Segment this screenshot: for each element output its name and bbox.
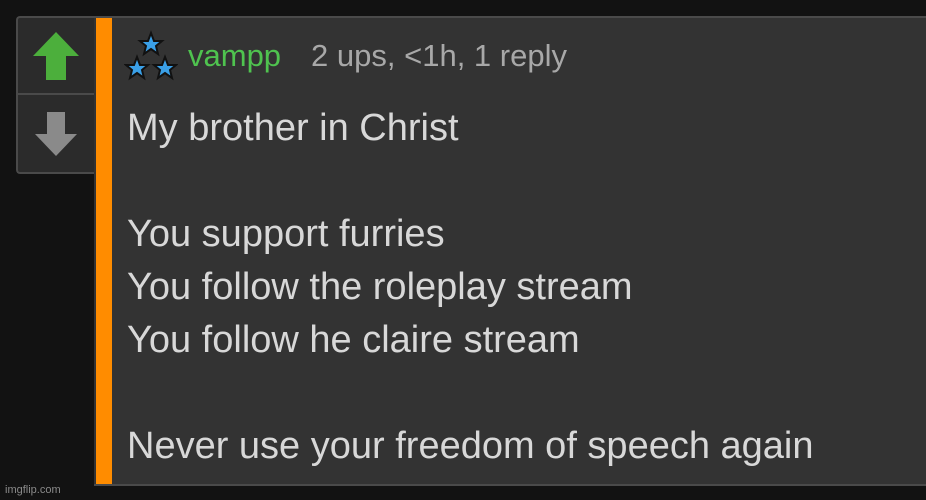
- arrow-down-icon: [35, 111, 77, 156]
- page: vampp 2 ups, <1h, 1 reply My brother in …: [0, 0, 926, 500]
- comment-accent-bar: [96, 18, 112, 484]
- star-badge-icon: [124, 30, 178, 81]
- comment-body: My brother in Christ You support furries…: [127, 102, 916, 473]
- comment-line: My brother in Christ: [127, 107, 459, 149]
- comment-meta: 2 ups, <1h, 1 reply: [311, 38, 567, 73]
- comment-line: You follow the roleplay stream: [127, 266, 633, 308]
- downvote-button[interactable]: [18, 95, 94, 172]
- vote-controls: [16, 16, 94, 174]
- arrow-up-icon: [33, 31, 79, 80]
- comment-line: Never use your freedom of speech again: [127, 425, 814, 467]
- watermark: imgflip.com: [5, 484, 61, 496]
- upvote-button[interactable]: [18, 18, 94, 95]
- comment-card: vampp 2 ups, <1h, 1 reply My brother in …: [94, 16, 926, 486]
- comment-line: You support furries: [127, 213, 445, 255]
- username[interactable]: vampp: [188, 38, 281, 74]
- comment-header: vampp 2 ups, <1h, 1 reply: [124, 28, 567, 84]
- comment-line: You follow he claire stream: [127, 319, 580, 361]
